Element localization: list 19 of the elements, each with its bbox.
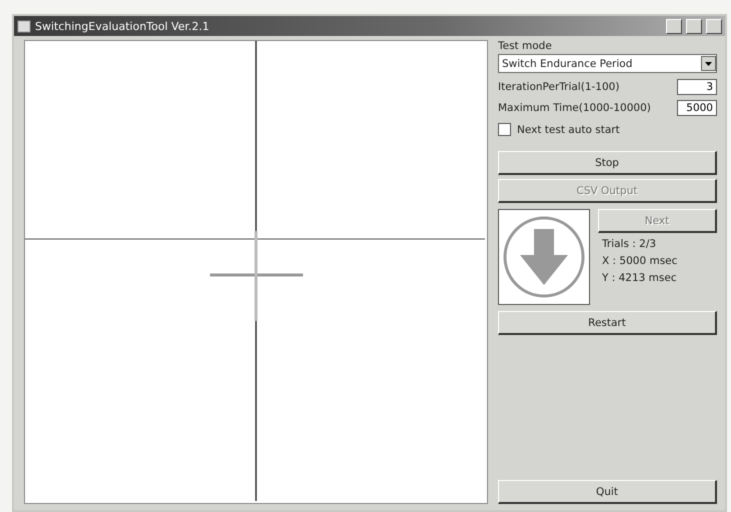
window-title: SwitchingEvaluationTool Ver.2.1 <box>35 20 210 32</box>
checkbox-label: Next test auto start <box>517 124 620 136</box>
field-label: IterationPerTrial(1-100) <box>498 81 620 93</box>
field-label: Maximum Time(1000-10000) <box>498 102 651 114</box>
maximize-button[interactable] <box>686 18 702 34</box>
number-field[interactable]: 5000 <box>677 100 717 116</box>
test-mode-label: Test mode <box>498 40 553 52</box>
number-field[interactable]: 3 <box>677 79 717 95</box>
quit-button[interactable]: Quit <box>498 480 717 504</box>
close-button[interactable] <box>706 18 722 34</box>
readout-text: Trials : 2/3 <box>602 238 658 250</box>
minimize-button[interactable] <box>666 18 682 34</box>
auto-start-checkbox[interactable] <box>498 123 511 136</box>
test-mode-dropdown[interactable]: Switch Endurance Period <box>498 54 717 73</box>
restart-button[interactable]: Restart <box>498 311 717 335</box>
app-icon <box>17 20 31 32</box>
readout-text: Y : 4213 msec <box>602 272 678 284</box>
readout-text: X : 5000 msec <box>602 255 678 267</box>
stop-button[interactable]: Stop <box>498 151 717 175</box>
